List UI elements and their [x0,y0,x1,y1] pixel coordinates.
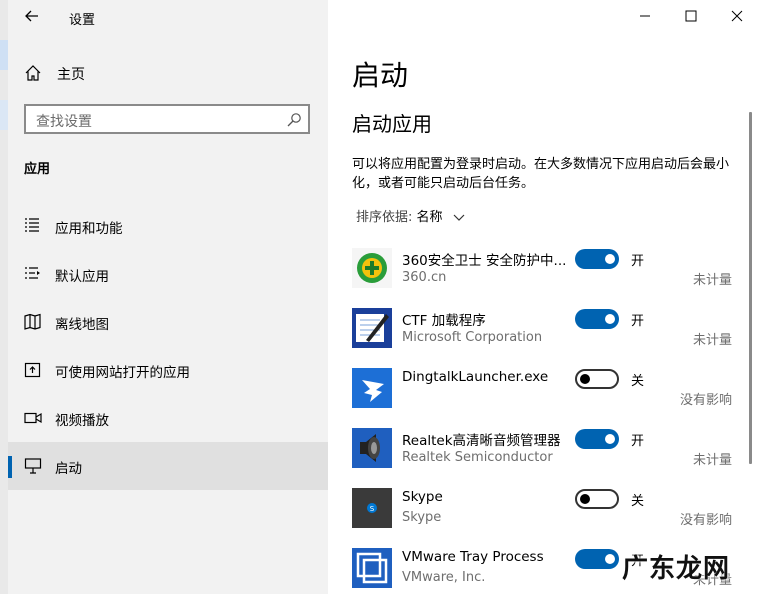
sidebar-item-startup[interactable]: 启动 [8,442,328,490]
watermark: 广东龙网 [622,554,731,584]
open-website-icon [24,362,41,378]
startup-impact: 未计量 [692,453,732,468]
sort-dropdown[interactable]: 排序依据: 名称 [356,206,465,225]
startup-toggle[interactable] [575,369,619,389]
startup-app-row: S Skype Skype 关 没有影响 [352,488,742,544]
sidebar-item-label: 默认应用 [55,269,109,285]
close-button[interactable] [714,0,760,32]
sidebar-item-offline-maps[interactable]: 离线地图 [8,298,328,346]
sort-label: 排序依据: [356,210,413,225]
toggle-knob [580,494,590,504]
arrow-left-icon [25,10,38,22]
skype-icon: S [352,488,392,528]
chevron-down-icon [453,214,465,221]
apps-list-icon [25,218,39,232]
startup-toggle[interactable] [575,429,619,449]
active-indicator [8,456,12,478]
desktop-highlight [0,100,8,130]
startup-app-row: 360安全卫士 安全防护中... 360.cn 开 未计量 [352,248,742,304]
section-subtitle: 启动应用 [352,112,432,136]
startup-toggle[interactable] [575,309,619,329]
sidebar-item-label: 离线地图 [55,317,109,333]
search-placeholder: 查找设置 [36,114,92,130]
close-icon [731,10,743,22]
toggle-knob [605,554,615,564]
sidebar-item-label: 启动 [55,461,82,477]
sidebar-item-default-apps[interactable]: 默认应用 [8,250,328,298]
main-content: 启动 启动应用 可以将应用配置为登录时启动。在大多数情况下应用启动后会最小化，或… [328,0,761,594]
settings-window: 设置 主页 查找设置 应用 应用和功能 默认应用 离线地图 可使用网站打开的应用 [8,0,761,594]
search-input[interactable]: 查找设置 [24,104,310,134]
sidebar-item-apps-for-websites[interactable]: 可使用网站打开的应用 [8,346,328,394]
app-name: Realtek高清晰音频管理器 [402,433,561,449]
startup-toggle[interactable] [575,549,619,569]
window-title: 设置 [69,13,96,28]
sidebar-item-label: 可使用网站打开的应用 [55,365,190,381]
map-icon [24,313,41,330]
toggle-state: 关 [631,494,645,509]
toggle-knob [605,254,615,264]
back-button[interactable] [24,8,44,28]
app-publisher: Microsoft Corporation [402,330,543,345]
home-icon [25,65,41,81]
ctf-loader-icon [352,308,392,348]
home-label: 主页 [57,67,85,83]
sidebar: 设置 主页 查找设置 应用 应用和功能 默认应用 离线地图 可使用网站打开的应用 [8,0,328,594]
app-name: 360安全卫士 安全防护中... [402,253,567,269]
sidebar-item-home[interactable]: 主页 [24,62,324,86]
startup-toggle[interactable] [575,249,619,269]
desktop-highlight [0,40,8,70]
startup-app-row: Realtek高清晰音频管理器 Realtek Semiconductor 开 … [352,428,742,484]
app-name: VMware Tray Process [402,549,544,565]
section-title: 应用 [24,162,51,177]
sidebar-item-apps-features[interactable]: 应用和功能 [8,202,328,250]
app-name: CTF 加载程序 [402,313,486,329]
sidebar-item-label: 应用和功能 [55,221,123,237]
app-publisher: 360.cn [402,270,447,285]
app-publisher: Skype [402,510,442,525]
toggle-knob [580,374,590,384]
startup-impact: 没有影响 [679,513,732,528]
search-icon [287,113,301,127]
app-publisher: VMware, Inc. [402,570,486,585]
toggle-knob [605,314,615,324]
description-text: 可以将应用配置为登录时启动。在大多数情况下应用启动后会最小化，或者可能只启动后台… [352,157,730,191]
sort-value: 名称 [416,210,443,225]
speaker-icon [352,428,392,468]
toggle-state: 开 [631,434,645,449]
dingtalk-icon [352,368,392,408]
startup-impact: 未计量 [692,333,732,348]
maximize-icon [685,10,697,22]
toggle-state: 开 [631,254,645,269]
video-icon [24,412,42,424]
sidebar-item-video-playback[interactable]: 视频播放 [8,394,328,442]
desktop-background [0,0,8,594]
360-security-icon [352,248,392,288]
startup-impact: 未计量 [692,273,732,288]
toggle-state: 开 [631,314,645,329]
app-name: Skype [402,489,443,505]
startup-icon [24,458,42,474]
maximize-button[interactable] [668,0,714,32]
default-apps-icon [25,267,40,279]
minimize-button[interactable] [622,0,668,32]
startup-app-row: DingtalkLauncher.exe 关 没有影响 [352,368,742,424]
app-name: DingtalkLauncher.exe [402,369,549,385]
startup-toggle[interactable] [575,489,619,509]
sidebar-item-label: 视频播放 [55,413,109,429]
minimize-icon [640,15,650,17]
toggle-knob [605,434,615,444]
page-title: 启动 [352,59,409,92]
vmware-icon [352,548,392,588]
svg-text:S: S [370,505,375,513]
startup-impact: 没有影响 [679,393,732,408]
scrollbar[interactable] [749,112,752,464]
startup-app-row: CTF 加载程序 Microsoft Corporation 开 未计量 [352,308,742,364]
app-publisher: Realtek Semiconductor [402,450,553,465]
toggle-state: 关 [631,374,645,389]
